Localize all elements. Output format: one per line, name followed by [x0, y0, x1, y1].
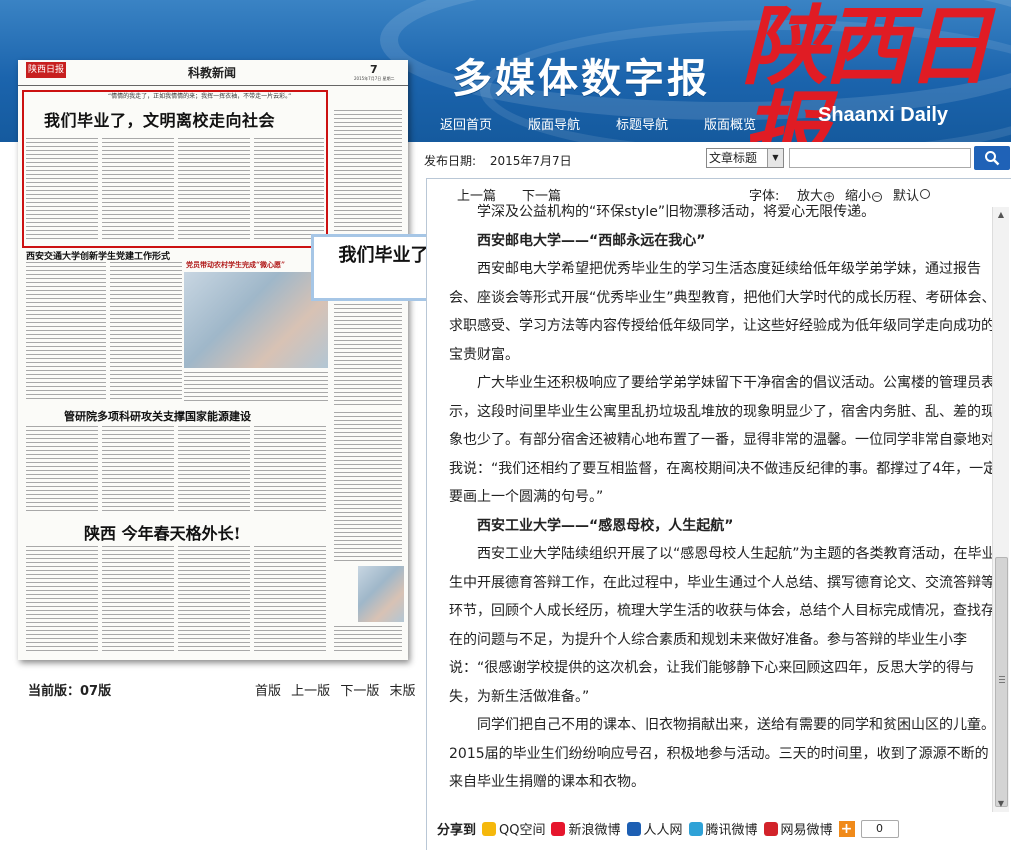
share-item-label: 网易微博 [780, 823, 833, 838]
text-column [184, 372, 328, 402]
share-more-icon[interactable]: + [838, 820, 855, 837]
text-column [26, 262, 106, 402]
share-item[interactable]: 人人网 [626, 819, 683, 838]
publish-date: 发布日期: 2015年7月7日 [424, 152, 572, 169]
text-column [254, 426, 326, 514]
scrollbar-thumb[interactable] [995, 557, 1008, 807]
paper-photo [184, 272, 328, 368]
text-column [110, 262, 182, 402]
share-item[interactable]: 新浪微博 [551, 819, 621, 838]
newspaper-page-image[interactable]: 陕西日报 科教新闻 7 2015年7月7日 星期二 “情情的我走了，正如我情情的… [18, 60, 408, 660]
search-button[interactable] [974, 146, 1010, 170]
current-edition: 当前版：07版 [28, 684, 112, 699]
prev-page-link[interactable]: 上一版 [291, 684, 330, 699]
newspaper-logo-en: Shaanxi Daily [818, 104, 949, 126]
selected-article-highlight[interactable] [22, 90, 328, 248]
article-paragraph: 同学们把自己不用的课本、旧衣物捐献出来，送给有需要的同学和贫困山区的儿童。201… [449, 717, 995, 790]
scroll-up-arrow-icon[interactable]: ▲ [993, 207, 1009, 223]
chevron-down-icon: ▼ [767, 149, 783, 167]
search-type-value: 文章标题 [709, 151, 758, 165]
search-type-select[interactable]: 文章标题 ▼ [706, 148, 784, 168]
share-item[interactable]: 腾讯微博 [688, 819, 758, 838]
article-paragraph: 广大毕业生还积极响应了要给学弟学妹留下干净宿舍的倡议活动。公寓楼的管理员表示，这… [449, 375, 998, 505]
share-label: 分享到 [437, 823, 477, 838]
grip-icon [999, 676, 1005, 684]
share-item-label: 人人网 [643, 823, 683, 838]
text-column [26, 546, 98, 654]
main-nav: 返回首页 版面导航 标题导航 版面概览 [440, 114, 792, 133]
paper-headline-3: 管研院多项科研攻关支撑国家能源建设 [64, 410, 251, 423]
share-item-label: 腾讯微博 [705, 823, 758, 838]
nav-page-navigation[interactable]: 版面导航 [528, 114, 580, 133]
last-page-link[interactable]: 末版 [389, 684, 415, 699]
text-column [334, 626, 402, 654]
share-service-icon [626, 821, 641, 836]
article-subheading: 西安工业大学——“感恩母校，人生起航” [477, 517, 734, 534]
share-bar: 分享到 QQ空间 新浪微博 人人网 腾讯微博 网易微博 +0 [437, 819, 899, 838]
share-service-icon [482, 821, 497, 836]
share-count: 0 [860, 819, 899, 838]
search-icon [985, 151, 1000, 166]
paper-masthead: 陕西日报 科教新闻 7 2015年7月7日 星期二 [18, 60, 408, 86]
share-item[interactable]: QQ空间 [482, 819, 545, 838]
share-service-icon [763, 821, 778, 836]
paper-section-title: 科教新闻 [188, 66, 237, 80]
paper-headline-4: 陕西 今年春天格外长! [84, 524, 241, 543]
text-column [102, 546, 174, 654]
paper-date: 2015年7月7日 星期二 [354, 76, 395, 81]
text-column [26, 426, 98, 514]
article-paragraph: 学深及公益机构的“环保style”旧物漂移活动，将爱心无限传递。 [477, 204, 876, 220]
text-column [334, 412, 402, 562]
paper-page-number: 7 [370, 63, 378, 76]
article-scrollbar[interactable]: ▲ ▼ [992, 207, 1009, 812]
paper-headline-2: 西安交通大学创新学生党建工作形式 [26, 252, 171, 262]
share-service-icon [551, 821, 566, 836]
brand-title: 多媒体数字报 [452, 56, 710, 102]
article-paragraph: 西安工业大学陆续组织开展了以“感恩母校人生起航”为主题的各类教育活动，在毕业生中… [449, 546, 996, 705]
photo-caption: 党员带动农村学生完成“微心愿” [186, 260, 286, 269]
text-column [254, 546, 326, 654]
text-column [334, 110, 402, 250]
text-column [178, 546, 250, 654]
article-body: 学深及公益机构的“环保style”旧物漂移活动，将爱心无限传递。 西安邮电大学——… [449, 198, 999, 806]
nav-home[interactable]: 返回首页 [440, 114, 492, 133]
share-service-icon [688, 821, 703, 836]
share-item-label: 新浪微博 [568, 823, 621, 838]
publish-date-value: 2015年7月7日 [489, 154, 572, 168]
page-navigation: 首版 上一版 下一版 末版 [255, 680, 421, 699]
share-item-label: QQ空间 [499, 823, 546, 838]
paper-logo: 陕西日报 [26, 62, 66, 78]
article-subheading: 西安邮电大学——“西邮永远在我心” [477, 232, 706, 249]
article-panel: 上一篇 下一篇 字体: 放大 + 缩小 − 默认 学深及公益机构的“环保style”… [426, 178, 1011, 850]
article-paragraph: 西安邮电大学希望把优秀毕业生的学习生活态度延续给低年级学弟学妹，通过报告会、座谈… [449, 261, 996, 363]
next-page-link[interactable]: 下一版 [340, 684, 379, 699]
nav-title-navigation[interactable]: 标题导航 [616, 114, 668, 133]
scroll-down-arrow-icon[interactable]: ▼ [993, 796, 1009, 812]
paper-photo [358, 566, 404, 622]
publish-date-label: 发布日期: [424, 154, 477, 168]
text-column [178, 426, 250, 514]
first-page-link[interactable]: 首版 [255, 684, 281, 699]
text-column [102, 426, 174, 514]
nav-page-overview[interactable]: 版面概览 [704, 114, 756, 133]
share-item[interactable]: 网易微博 [763, 819, 833, 838]
search-input[interactable] [789, 148, 971, 168]
